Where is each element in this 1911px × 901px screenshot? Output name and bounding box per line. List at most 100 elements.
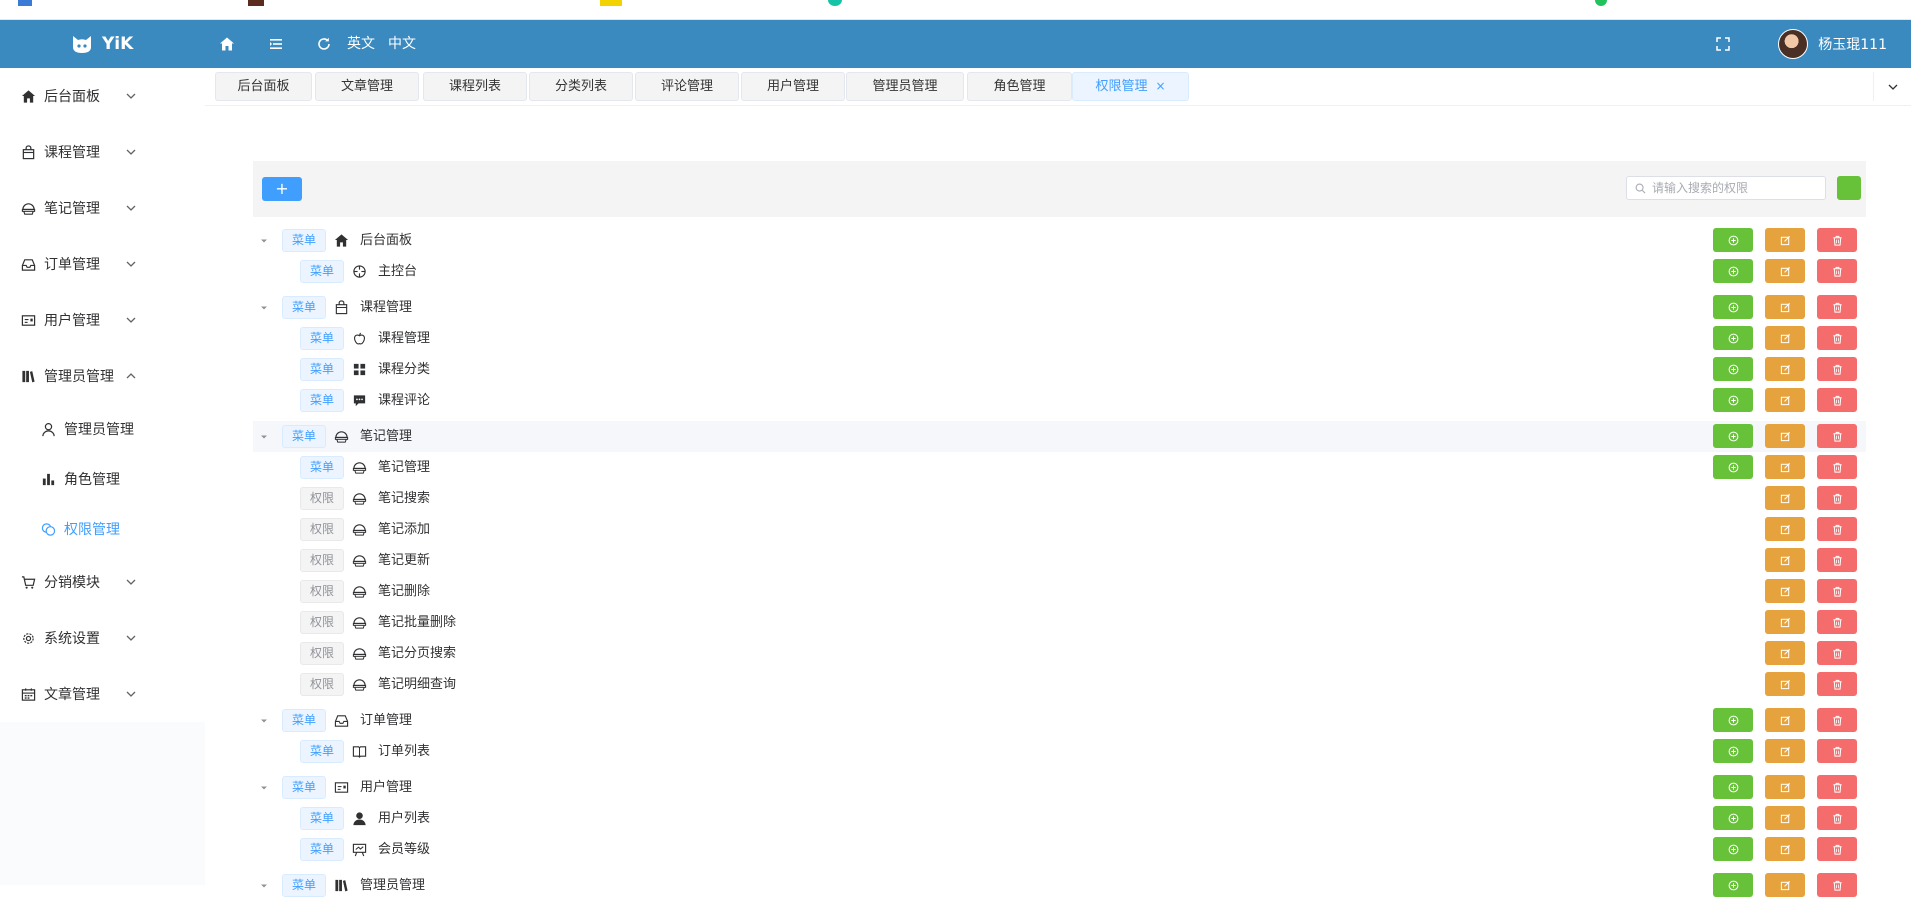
table-row[interactable]: 菜单 课程管理: [253, 323, 1866, 354]
edit-button[interactable]: [1765, 806, 1805, 830]
lang-english-button[interactable]: 英文: [347, 20, 375, 68]
delete-button[interactable]: [1817, 548, 1857, 572]
edit-button[interactable]: [1765, 228, 1805, 252]
add-child-button[interactable]: [1713, 775, 1753, 799]
add-child-button[interactable]: [1713, 455, 1753, 479]
table-row[interactable]: 权限 笔记明细查询: [253, 669, 1866, 700]
sidebar-item-admins[interactable]: 管理员管理: [0, 348, 205, 404]
edit-button[interactable]: [1765, 672, 1805, 696]
edit-button[interactable]: [1765, 517, 1805, 541]
tab-comments[interactable]: 评论管理: [635, 72, 739, 101]
add-permission-button[interactable]: +: [262, 177, 302, 201]
table-row[interactable]: 菜单 笔记管理: [253, 452, 1866, 483]
caret-down-icon[interactable]: [259, 432, 269, 442]
edit-button[interactable]: [1765, 775, 1805, 799]
delete-button[interactable]: [1817, 259, 1857, 283]
caret-down-icon[interactable]: [259, 303, 269, 313]
tabs-dropdown-button[interactable]: [1873, 72, 1911, 101]
edit-button[interactable]: [1765, 548, 1805, 572]
edit-button[interactable]: [1765, 295, 1805, 319]
sidebar-item-distribution[interactable]: 分销模块: [0, 554, 205, 610]
search-button[interactable]: [1837, 176, 1861, 200]
add-child-button[interactable]: [1713, 357, 1753, 381]
delete-button[interactable]: [1817, 641, 1857, 665]
menu-fold-button[interactable]: [265, 33, 287, 55]
sidebar-item-dashboard[interactable]: 后台面板: [0, 68, 205, 124]
edit-button[interactable]: [1765, 259, 1805, 283]
sidebar-item-articles[interactable]: 文章管理: [0, 666, 205, 722]
table-row[interactable]: 菜单 课程分类: [253, 354, 1866, 385]
delete-button[interactable]: [1817, 739, 1857, 763]
table-row[interactable]: 权限 笔记删除: [253, 576, 1866, 607]
tab-articles[interactable]: 文章管理: [315, 72, 419, 101]
edit-button[interactable]: [1765, 708, 1805, 732]
edit-button[interactable]: [1765, 424, 1805, 448]
delete-button[interactable]: [1817, 228, 1857, 252]
edit-button[interactable]: [1765, 388, 1805, 412]
table-row[interactable]: 菜单 订单列表: [253, 736, 1866, 767]
edit-button[interactable]: [1765, 486, 1805, 510]
table-row[interactable]: 菜单 后台面板: [253, 225, 1866, 256]
tab-close-button[interactable]: ×: [1155, 79, 1165, 93]
tab-course-list[interactable]: 课程列表: [423, 72, 527, 101]
sidebar-item-notes[interactable]: 笔记管理: [0, 180, 205, 236]
table-row[interactable]: 菜单 管理员管理: [253, 870, 1866, 901]
user-menu[interactable]: 杨玉琨111: [1778, 20, 1887, 68]
edit-button[interactable]: [1765, 739, 1805, 763]
add-child-button[interactable]: [1713, 424, 1753, 448]
table-row[interactable]: 菜单 用户列表: [253, 803, 1866, 834]
delete-button[interactable]: [1817, 357, 1857, 381]
table-row[interactable]: 菜单 课程管理: [253, 292, 1866, 323]
table-row[interactable]: 菜单 用户管理: [253, 772, 1866, 803]
caret-down-icon[interactable]: [259, 236, 269, 246]
edit-button[interactable]: [1765, 873, 1805, 897]
delete-button[interactable]: [1817, 579, 1857, 603]
table-row[interactable]: 权限 笔记搜索: [253, 483, 1866, 514]
sidebar-item-settings[interactable]: 系统设置: [0, 610, 205, 666]
add-child-button[interactable]: [1713, 739, 1753, 763]
table-row[interactable]: 菜单 主控台: [253, 256, 1866, 287]
tab-admins[interactable]: 管理员管理: [846, 72, 964, 101]
table-row[interactable]: 权限 笔记分页搜索: [253, 638, 1866, 669]
edit-button[interactable]: [1765, 579, 1805, 603]
add-child-button[interactable]: [1713, 837, 1753, 861]
sidebar-subitem-admin-manage[interactable]: 管理员管理: [0, 404, 205, 454]
delete-button[interactable]: [1817, 873, 1857, 897]
refresh-button[interactable]: [313, 33, 335, 55]
delete-button[interactable]: [1817, 295, 1857, 319]
sidebar-item-users[interactable]: 用户管理: [0, 292, 205, 348]
tab-dashboard[interactable]: 后台面板: [215, 72, 312, 101]
edit-button[interactable]: [1765, 641, 1805, 665]
caret-down-icon[interactable]: [259, 783, 269, 793]
delete-button[interactable]: [1817, 672, 1857, 696]
add-child-button[interactable]: [1713, 295, 1753, 319]
table-row[interactable]: 权限 笔记批量删除: [253, 607, 1866, 638]
edit-button[interactable]: [1765, 326, 1805, 350]
delete-button[interactable]: [1817, 837, 1857, 861]
sidebar-subitem-roles[interactable]: 角色管理: [0, 454, 205, 504]
table-row[interactable]: 菜单 笔记管理: [253, 421, 1866, 452]
caret-down-icon[interactable]: [259, 716, 269, 726]
tab-permissions[interactable]: 权限管理 ×: [1072, 72, 1189, 101]
edit-button[interactable]: [1765, 610, 1805, 634]
edit-button[interactable]: [1765, 837, 1805, 861]
delete-button[interactable]: [1817, 708, 1857, 732]
add-child-button[interactable]: [1713, 228, 1753, 252]
home-button[interactable]: [216, 33, 238, 55]
sidebar-item-courses[interactable]: 课程管理: [0, 124, 205, 180]
fullscreen-button[interactable]: [1712, 33, 1734, 55]
table-row[interactable]: 权限 笔记添加: [253, 514, 1866, 545]
add-child-button[interactable]: [1713, 806, 1753, 830]
delete-button[interactable]: [1817, 486, 1857, 510]
add-child-button[interactable]: [1713, 708, 1753, 732]
sidebar-subitem-permissions[interactable]: 权限管理: [0, 504, 205, 554]
delete-button[interactable]: [1817, 517, 1857, 541]
lang-chinese-button[interactable]: 中文: [388, 20, 416, 68]
delete-button[interactable]: [1817, 455, 1857, 479]
caret-down-icon[interactable]: [259, 881, 269, 891]
delete-button[interactable]: [1817, 610, 1857, 634]
tab-category-list[interactable]: 分类列表: [529, 72, 633, 101]
delete-button[interactable]: [1817, 326, 1857, 350]
add-child-button[interactable]: [1713, 873, 1753, 897]
table-row[interactable]: 菜单 订单管理: [253, 705, 1866, 736]
